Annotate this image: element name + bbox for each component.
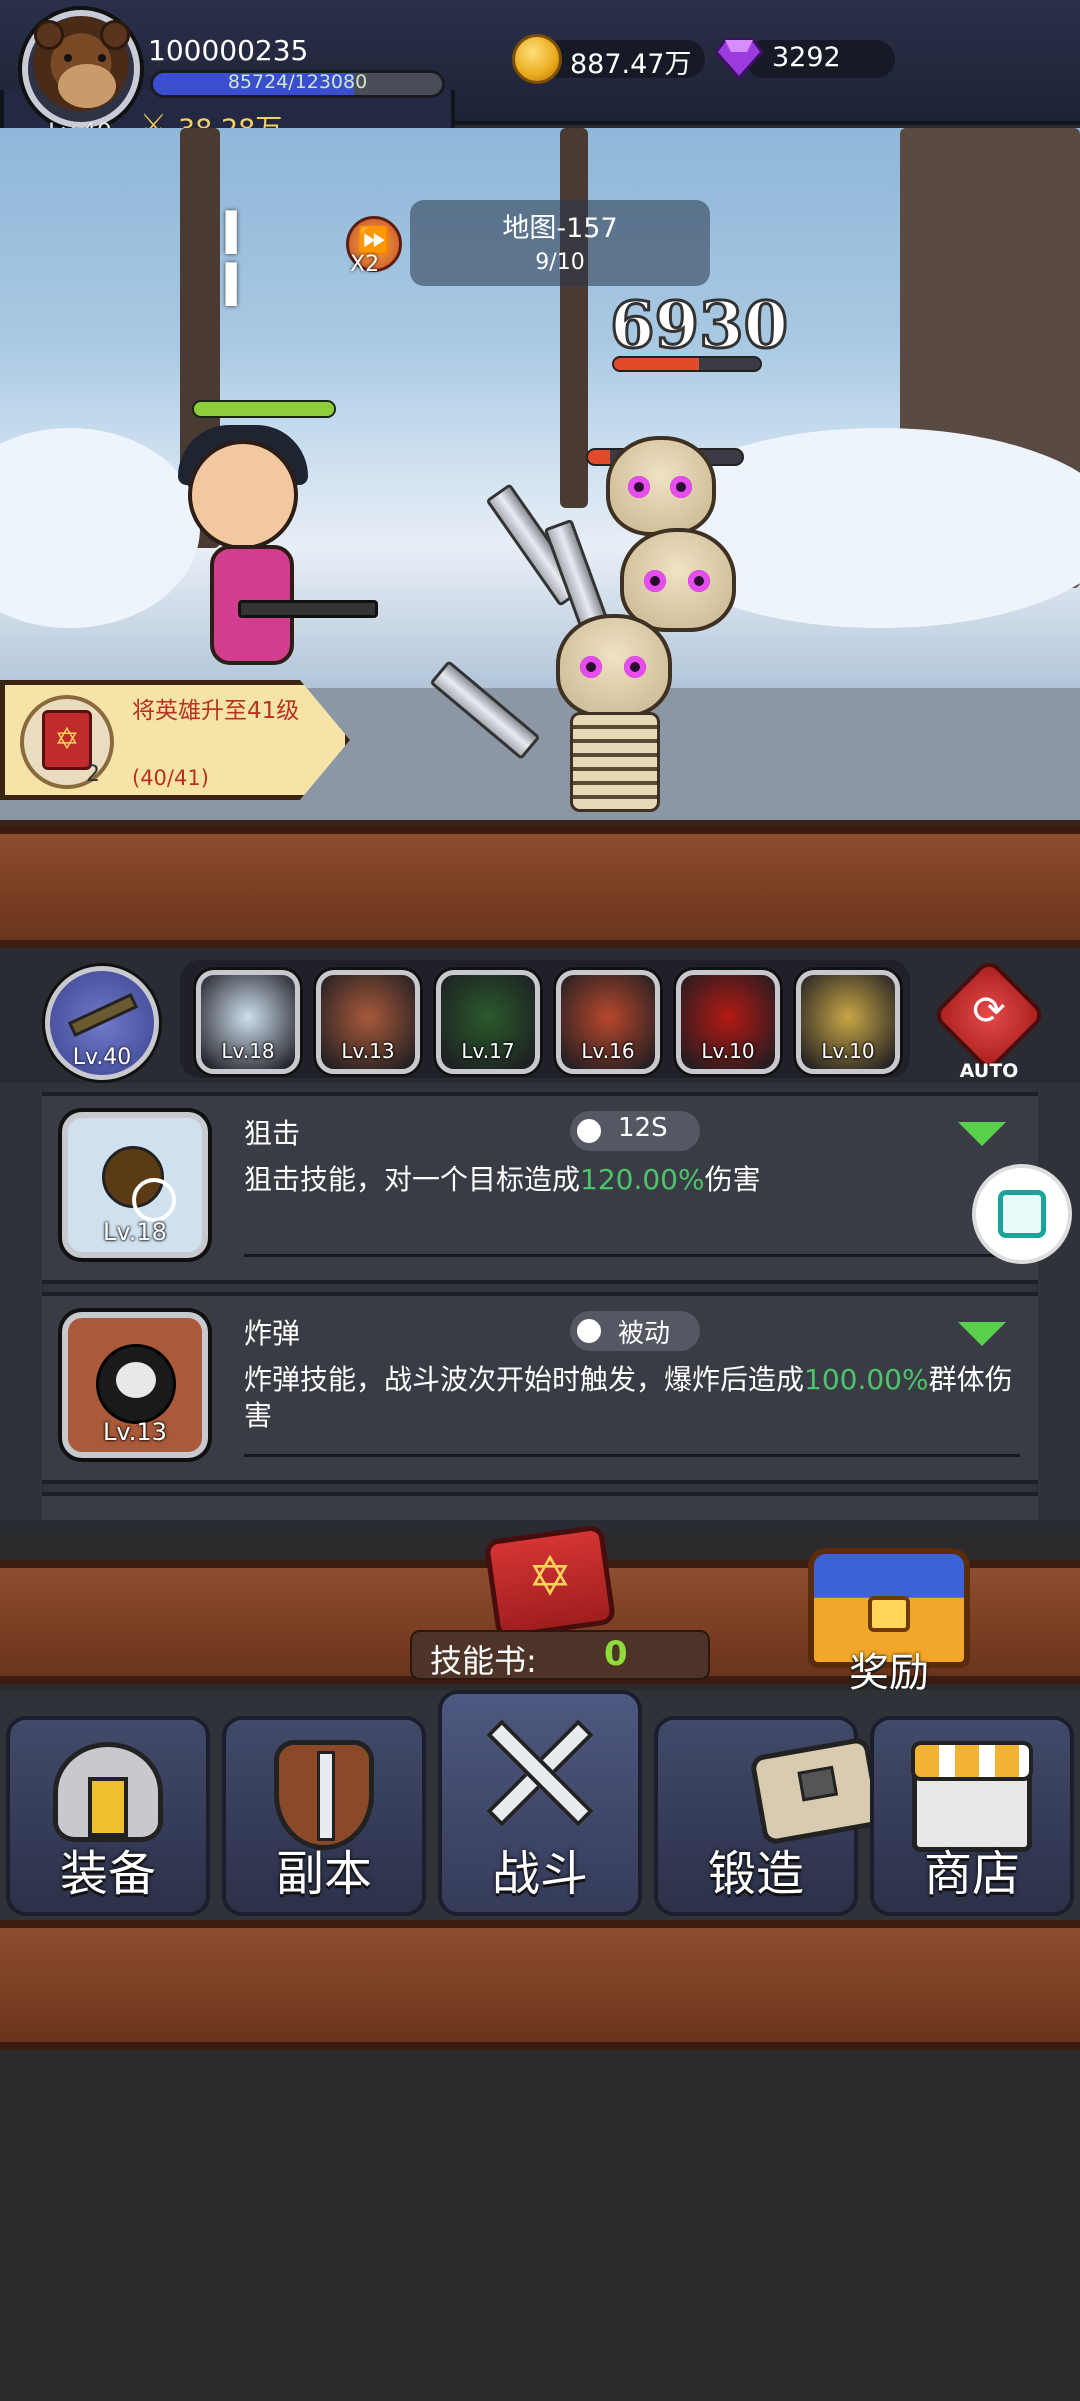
wave-progress: 9/10 — [535, 250, 585, 275]
weapon-level: Lv.40 — [72, 1045, 132, 1070]
skeleton-enemy — [556, 614, 672, 718]
enemy-hp-bar — [612, 356, 762, 372]
skill-desc-text: 炸弹技能，战斗波次开始时触发，爆炸后造成 — [244, 1363, 805, 1396]
nav-tab-4[interactable]: 商店 — [870, 1716, 1074, 1916]
crosshair-icon — [132, 1178, 176, 1222]
gem-amount: 3292 — [772, 42, 841, 73]
skill-description: 狙击技能，对一个目标造成120.00%伤害 — [244, 1162, 964, 1198]
exp-text: 85724/123080 — [227, 71, 368, 93]
skill-book-label: 技能书: — [430, 1642, 537, 1680]
skill-desc-value: 120.00% — [580, 1163, 705, 1196]
skeleton-enemy — [620, 528, 736, 632]
skill-slot-level: Lv.18 — [221, 1039, 275, 1063]
skill-description: 炸弹技能，战斗波次开始时触发，爆炸后造成100.00%群体伤害 — [244, 1362, 1014, 1434]
hero-hp-fill — [194, 402, 334, 416]
chevron-down-icon[interactable] — [958, 1322, 1006, 1346]
wood-divider — [0, 826, 1080, 948]
player-id: 100000235 — [148, 34, 309, 67]
book-star-icon: ✡ — [54, 722, 80, 757]
speed-label: X2 — [350, 252, 380, 277]
hero-rifle-icon — [238, 600, 378, 618]
nav-tab-1[interactable]: 副本 — [222, 1716, 426, 1916]
skill-cooldown: 12S — [618, 1113, 668, 1143]
skull-eye — [624, 656, 646, 678]
pause-icon[interactable]: II — [220, 204, 242, 316]
rifle-icon — [67, 992, 139, 1038]
auto-refresh-icon: ⟳ — [972, 988, 1006, 1034]
wood-divider — [0, 1920, 1080, 2050]
bear-eye — [98, 54, 106, 62]
background-tree — [560, 128, 588, 508]
skeleton-enemy — [606, 436, 716, 536]
clock-icon — [574, 1116, 604, 1146]
skill-slot-level: Lv.17 — [461, 1039, 515, 1063]
screen-bottom — [0, 2050, 1080, 2401]
skill-level: Lv.13 — [103, 1418, 167, 1446]
chevron-down-icon[interactable] — [958, 1122, 1006, 1146]
quest-reward-count: 2 — [86, 762, 100, 787]
purple-gem-icon — [715, 38, 763, 80]
bear-ear — [100, 20, 130, 50]
bear-face — [58, 64, 116, 108]
nav-tab-3[interactable]: 锻造 — [654, 1716, 883, 1916]
chest-lock — [868, 1596, 910, 1632]
skeleton-ribcage — [570, 712, 660, 812]
lightning-skill-icon[interactable]: Lv.10 — [796, 970, 900, 1074]
auto-label: AUTO — [959, 1060, 1019, 1082]
quest-progress: (40/41) — [132, 766, 209, 790]
map-name: 地图-157 — [502, 213, 618, 244]
nav-tab-0[interactable]: 装备 — [6, 1716, 210, 1916]
bear-ear — [34, 20, 64, 50]
nav-label: 战斗 — [491, 1846, 588, 1902]
skill-desc-value: 100.00% — [804, 1363, 929, 1396]
gold-coin-icon — [512, 34, 562, 84]
skull-mark — [116, 1362, 156, 1398]
skill-slot-level: Lv.13 — [341, 1039, 395, 1063]
skill-desc-text: 伤害 — [704, 1163, 761, 1196]
enemy-hp-fill — [614, 358, 699, 370]
nav-tab-2[interactable]: 战斗 — [438, 1690, 642, 1916]
skill-level: Lv.18 — [103, 1218, 167, 1246]
nav-label: 商店 — [923, 1846, 1020, 1902]
skull-eye — [670, 476, 692, 498]
skill-slot-level: Lv.10 — [821, 1039, 875, 1063]
hero-head — [188, 440, 298, 550]
nav-label: 副本 — [275, 1846, 372, 1902]
hero-hp-bar — [192, 400, 336, 418]
skull-eye — [644, 570, 666, 592]
heal-skill-icon[interactable]: Lv.17 — [436, 970, 540, 1074]
bomb-skill-icon[interactable]: Lv.13 — [316, 970, 420, 1074]
skill-slot-level: Lv.10 — [701, 1039, 755, 1063]
sniper-skill-icon[interactable]: Lv.18 — [196, 970, 300, 1074]
skill-name: 狙击 — [244, 1117, 301, 1150]
cube-icon — [998, 1190, 1046, 1238]
bear-eye — [64, 54, 72, 62]
gold-amount: 887.47万 — [570, 49, 692, 80]
nav-label: 锻造 — [707, 1846, 804, 1902]
book-star-icon: ✡ — [527, 1545, 573, 1608]
bomb-skill-icon: Lv.13 — [62, 1312, 208, 1458]
damage-number: 6930 — [608, 287, 789, 365]
skill-slot-level: Lv.16 — [581, 1039, 635, 1063]
meat-skill-icon[interactable]: Lv.16 — [556, 970, 660, 1074]
skill-name: 炸弹 — [244, 1317, 301, 1350]
fireball-skill-icon[interactable]: Lv.10 — [676, 970, 780, 1074]
quest-title: 将英雄升至41级 — [132, 698, 300, 724]
skill-cooldown: 被动 — [618, 1319, 671, 1349]
skull-eye — [580, 656, 602, 678]
sniper-skill-icon: Lv.18 — [62, 1112, 208, 1258]
skill-desc-text: 狙击技能，对一个目标造成 — [244, 1163, 581, 1196]
skill-book-count: 0 — [604, 1634, 628, 1674]
card-divider — [244, 1454, 1020, 1457]
skull-eye — [628, 476, 650, 498]
bear-avatar-icon[interactable] — [22, 10, 140, 128]
skull-eye — [688, 570, 710, 592]
enemy-hp-fill — [588, 450, 610, 464]
snow-mound — [0, 428, 200, 628]
nav-label: 装备 — [59, 1846, 156, 1902]
card-divider — [244, 1254, 1020, 1257]
clock-icon — [574, 1316, 604, 1346]
